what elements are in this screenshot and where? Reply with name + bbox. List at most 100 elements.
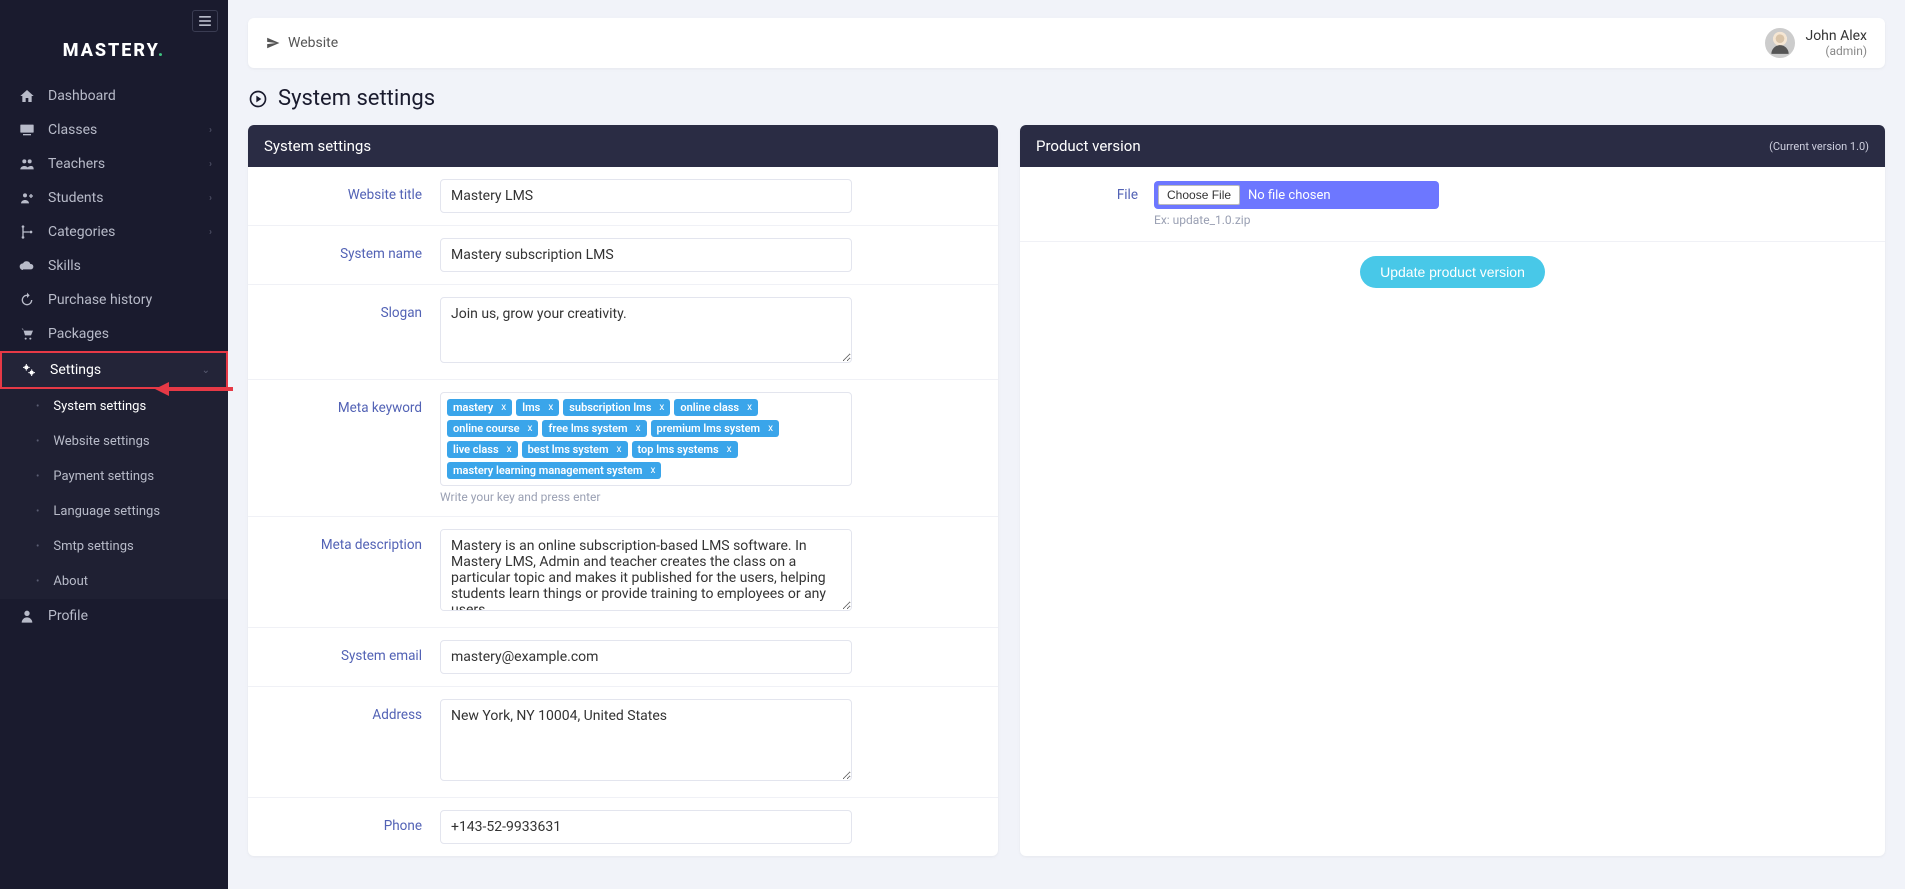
- textarea-slogan[interactable]: [440, 297, 852, 363]
- sub-item-smtp-settings[interactable]: Smtp settings: [0, 529, 228, 564]
- tag-remove-icon[interactable]: x: [727, 444, 732, 455]
- system-settings-header-text: System settings: [264, 137, 371, 155]
- sidebar-item-label: Teachers: [48, 156, 209, 172]
- user-avatar-icon: [1767, 30, 1793, 56]
- sidebar-item-profile[interactable]: Profile: [0, 599, 228, 633]
- label-meta-keyword: Meta keyword: [262, 392, 440, 416]
- input-system-email[interactable]: [440, 640, 852, 674]
- product-version-header-text: Product version: [1036, 137, 1141, 155]
- page-title-text: System settings: [278, 86, 435, 111]
- product-version-header: Product version (Current version 1.0): [1020, 125, 1885, 167]
- sidebar-toggle-button[interactable]: [192, 10, 218, 32]
- label-system-name: System name: [262, 238, 440, 262]
- textarea-meta-description[interactable]: [440, 529, 852, 611]
- sub-item-payment-settings[interactable]: Payment settings: [0, 459, 228, 494]
- main-area: Website John Alex (admin) System setting…: [228, 0, 1905, 889]
- avatar: [1765, 28, 1795, 58]
- website-link[interactable]: Website: [266, 35, 338, 51]
- users-plus-icon: [16, 190, 38, 206]
- user-role: (admin): [1805, 44, 1867, 58]
- sidebar-item-label: Students: [48, 190, 209, 206]
- user-icon: [16, 608, 38, 624]
- file-input[interactable]: Choose File No file chosen: [1154, 181, 1439, 209]
- sub-item-website-settings[interactable]: Website settings: [0, 424, 228, 459]
- brand-logo: MASTERY.: [0, 32, 228, 79]
- tag-remove-icon[interactable]: x: [768, 423, 773, 434]
- hint-meta-keyword: Write your key and press enter: [440, 490, 984, 504]
- sidebar-item-purchase-history[interactable]: Purchase history: [0, 283, 228, 317]
- tag: top lms systemsx: [632, 441, 738, 458]
- label-meta-description: Meta description: [262, 529, 440, 553]
- home-icon: [16, 88, 38, 104]
- sidebar-item-label: Dashboard: [48, 88, 212, 104]
- branch-icon: [16, 224, 38, 240]
- chevron-right-icon: ›: [209, 125, 212, 136]
- file-status-text: No file chosen: [1248, 188, 1331, 203]
- tag-remove-icon[interactable]: x: [659, 402, 664, 413]
- sidebar-item-teachers[interactable]: Teachers›: [0, 147, 228, 181]
- tag-remove-icon[interactable]: x: [507, 444, 512, 455]
- tag: live classx: [447, 441, 518, 458]
- topbar: Website John Alex (admin): [248, 18, 1885, 68]
- sidebar-item-settings[interactable]: Settings⌄: [0, 351, 228, 389]
- update-version-button[interactable]: Update product version: [1360, 256, 1545, 288]
- tag: online classx: [674, 399, 758, 416]
- input-website-title[interactable]: [440, 179, 852, 213]
- sidebar-item-label: Purchase history: [48, 292, 212, 308]
- sub-item-system-settings[interactable]: System settings: [0, 389, 228, 424]
- chevron-right-icon: ›: [209, 159, 212, 170]
- textarea-address[interactable]: [440, 699, 852, 781]
- sidebar-item-packages[interactable]: Packages: [0, 317, 228, 351]
- tag-remove-icon[interactable]: x: [501, 402, 506, 413]
- label-address: Address: [262, 699, 440, 723]
- choose-file-button[interactable]: Choose File: [1158, 185, 1240, 205]
- product-version-card: Product version (Current version 1.0) Fi…: [1020, 125, 1885, 856]
- tag-input-meta-keyword[interactable]: masteryxlmsxsubscription lmsxonline clas…: [440, 392, 852, 486]
- system-settings-header: System settings: [248, 125, 998, 167]
- paper-plane-icon: [266, 36, 280, 50]
- circle-arrow-icon: [248, 89, 268, 109]
- sidebar-item-label: Settings: [50, 362, 202, 378]
- input-system-name[interactable]: [440, 238, 852, 272]
- tag: best lms systemx: [522, 441, 628, 458]
- tag-remove-icon[interactable]: x: [548, 402, 553, 413]
- tag: free lms systemx: [542, 420, 646, 437]
- sidebar-item-dashboard[interactable]: Dashboard: [0, 79, 228, 113]
- label-file: File: [1034, 181, 1154, 203]
- sidebar-item-label: Skills: [48, 258, 212, 274]
- brand-name: MASTERY: [63, 40, 158, 61]
- cloud-icon: [16, 258, 38, 274]
- nav-list: DashboardClasses›Teachers›Students›Categ…: [0, 79, 228, 633]
- tag-remove-icon[interactable]: x: [528, 423, 533, 434]
- sidebar: MASTERY. DashboardClasses›Teachers›Stude…: [0, 0, 228, 889]
- user-menu[interactable]: John Alex (admin): [1765, 28, 1867, 58]
- file-example-hint: Ex: update_1.0.zip: [1154, 213, 1871, 227]
- website-link-label: Website: [288, 35, 338, 51]
- current-version-note: (Current version 1.0): [1769, 140, 1869, 153]
- tag: masteryx: [447, 399, 512, 416]
- sidebar-item-label: Classes: [48, 122, 209, 138]
- sidebar-item-classes[interactable]: Classes›: [0, 113, 228, 147]
- label-slogan: Slogan: [262, 297, 440, 321]
- sidebar-item-label: Categories: [48, 224, 209, 240]
- tag: lmsx: [516, 399, 559, 416]
- tag: online coursex: [447, 420, 538, 437]
- history-icon: [16, 292, 38, 308]
- user-name: John Alex: [1805, 28, 1867, 44]
- sidebar-item-categories[interactable]: Categories›: [0, 215, 228, 249]
- sidebar-item-label: Packages: [48, 326, 212, 342]
- sub-item-about[interactable]: About: [0, 564, 228, 599]
- sidebar-item-skills[interactable]: Skills: [0, 249, 228, 283]
- users-icon: [16, 156, 38, 172]
- chevron-right-icon: ›: [209, 227, 212, 238]
- tag-remove-icon[interactable]: x: [747, 402, 752, 413]
- tag-remove-icon[interactable]: x: [617, 444, 622, 455]
- input-phone[interactable]: [440, 810, 852, 844]
- sub-item-language-settings[interactable]: Language settings: [0, 494, 228, 529]
- tag-remove-icon[interactable]: x: [650, 465, 655, 476]
- tag-remove-icon[interactable]: x: [636, 423, 641, 434]
- label-website-title: Website title: [262, 179, 440, 203]
- sidebar-item-students[interactable]: Students›: [0, 181, 228, 215]
- settings-submenu: System settingsWebsite settingsPayment s…: [0, 389, 228, 599]
- tag: subscription lmsx: [563, 399, 670, 416]
